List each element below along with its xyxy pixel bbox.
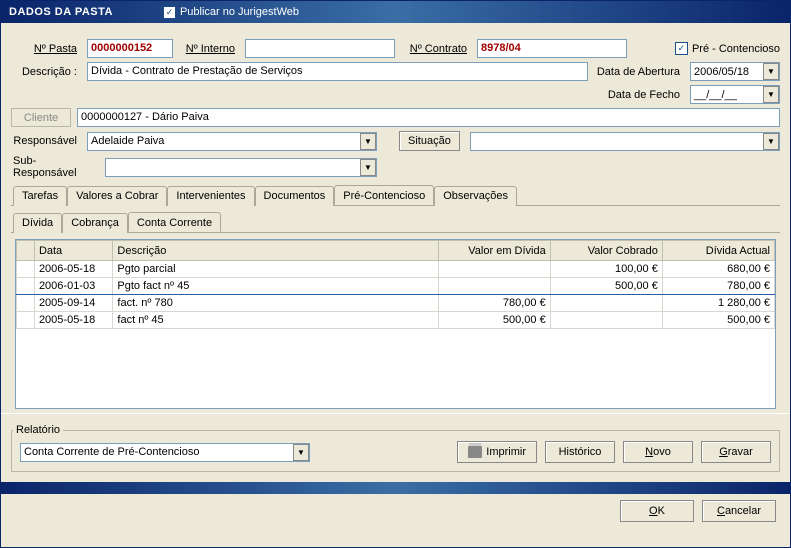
form-area: Nº Pasta 0000000152 Nº Interno Nº Contra… [1, 23, 790, 413]
data-fecho-input[interactable]: __/__/__ ▼ [690, 85, 780, 104]
table-row[interactable]: 2005-09-14fact. nº 780780,00 €1 280,00 € [17, 295, 775, 312]
pre-contencioso-checkbox[interactable]: ✓ Pré - Contencioso [675, 42, 780, 55]
publicar-label: Publicar no JurigestWeb [180, 6, 299, 18]
ok-button[interactable]: OK [620, 500, 694, 522]
tab-observa-es[interactable]: Observações [434, 186, 517, 206]
data-fecho-value: __/__/__ [694, 89, 737, 101]
historico-button[interactable]: Histórico [545, 441, 615, 463]
sub-responsavel-label: Sub-Responsável [11, 155, 99, 179]
subtab-cobran-a[interactable]: Cobrança [62, 213, 128, 233]
conta-corrente-table: DataDescriçãoValor em DívidaValor Cobrad… [15, 239, 776, 409]
chevron-down-icon[interactable]: ▼ [293, 444, 309, 461]
titlebar: DADOS DA PASTA ✓ Publicar no JurigestWeb [1, 1, 790, 23]
relatorio-label: Relatório [13, 424, 63, 436]
n-pasta-input[interactable]: 0000000152 [87, 39, 173, 58]
n-interno-input[interactable] [245, 39, 395, 58]
tab-pr-contencioso[interactable]: Pré-Contencioso [334, 185, 434, 205]
imprimir-button[interactable]: Imprimir [457, 441, 537, 463]
table-row[interactable]: 2006-05-18Pgto parcial100,00 €680,00 € [17, 261, 775, 278]
subtab-d-vida[interactable]: Dívida [13, 213, 62, 233]
publicar-checkbox[interactable]: ✓ Publicar no JurigestWeb [163, 6, 299, 19]
tab-intervenientes[interactable]: Intervenientes [167, 186, 254, 206]
check-icon: ✓ [675, 42, 688, 55]
n-pasta-label: Nº Pasta [11, 43, 81, 55]
data-abertura-value: 2006/05/18 [694, 66, 749, 78]
main-tabs: TarefasValores a CobrarIntervenientesDoc… [11, 185, 780, 206]
n-interno-label: Nº Interno [179, 43, 239, 55]
cliente-input[interactable]: 0000000127 - Dário Paiva [77, 108, 780, 127]
tab-documentos[interactable]: Documentos [255, 186, 335, 206]
col-data[interactable]: Data [34, 241, 112, 261]
subtab-conta-corrente[interactable]: Conta Corrente [128, 212, 221, 232]
sub-responsavel-select[interactable]: ▼ [105, 158, 377, 177]
chevron-down-icon[interactable]: ▼ [360, 159, 376, 176]
col-d-vida-actual[interactable]: Dívida Actual [662, 241, 774, 261]
sub-tabs: DívidaCobrançaConta Corrente [11, 212, 780, 233]
n-contrato-label: Nº Contrato [401, 43, 471, 55]
data-abertura-input[interactable]: 2006/05/18 ▼ [690, 62, 780, 81]
chevron-down-icon[interactable]: ▼ [763, 133, 779, 150]
descricao-input[interactable]: Dívida - Contrato de Prestação de Serviç… [87, 62, 588, 81]
col-valor-em-d-vida[interactable]: Valor em Dívida [438, 241, 550, 261]
printer-icon [468, 446, 482, 458]
relatorio-select[interactable]: Conta Corrente de Pré-Contencioso ▼ [20, 443, 310, 462]
chevron-down-icon[interactable]: ▼ [763, 63, 779, 80]
footer: OK Cancelar [1, 494, 790, 530]
bottom-section: Relatório Conta Corrente de Pré-Contenci… [1, 413, 790, 482]
window-title: DADOS DA PASTA [9, 6, 113, 18]
responsavel-value: Adelaide Paiva [91, 135, 164, 147]
situacao-button[interactable]: Situação [399, 131, 460, 151]
col-valor-cobrado[interactable]: Valor Cobrado [550, 241, 662, 261]
cliente-button-disabled: Cliente [11, 108, 71, 127]
table-row[interactable]: 2005-05-18fact nº 45500,00 €500,00 € [17, 312, 775, 329]
tab-tarefas[interactable]: Tarefas [13, 186, 67, 206]
novo-button[interactable]: Novo [623, 441, 693, 463]
n-contrato-input[interactable]: 8978/04 [477, 39, 627, 58]
cancelar-button[interactable]: Cancelar [702, 500, 776, 522]
separator-bar [1, 482, 790, 494]
data-fecho-label: Data de Fecho [594, 89, 684, 101]
descricao-label: Descrição : [11, 66, 81, 78]
table-row[interactable]: 2006-01-03Pgto fact nº 45500,00 €780,00 … [17, 278, 775, 295]
situacao-select[interactable]: ▼ [470, 132, 780, 151]
chevron-down-icon[interactable]: ▼ [360, 133, 376, 150]
relatorio-value: Conta Corrente de Pré-Contencioso [24, 446, 199, 458]
pre-contencioso-label: Pré - Contencioso [692, 43, 780, 55]
check-icon: ✓ [163, 6, 176, 19]
data-abertura-label: Data de Abertura [594, 66, 684, 78]
tab-valores-a-cobrar[interactable]: Valores a Cobrar [67, 186, 167, 206]
col-descri-o[interactable]: Descrição [113, 241, 438, 261]
dados-pasta-window: DADOS DA PASTA ✓ Publicar no JurigestWeb… [0, 0, 791, 548]
gravar-button[interactable]: Gravar [701, 441, 771, 463]
responsavel-select[interactable]: Adelaide Paiva ▼ [87, 132, 377, 151]
responsavel-label: Responsável [11, 135, 81, 147]
chevron-down-icon[interactable]: ▼ [763, 86, 779, 103]
